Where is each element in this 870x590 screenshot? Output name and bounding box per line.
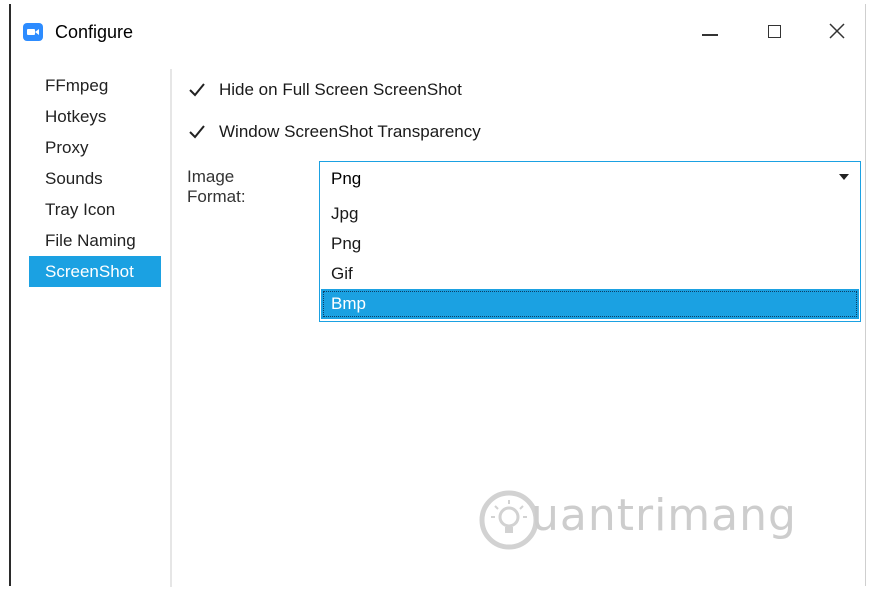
format-option-jpg[interactable]: Jpg	[321, 199, 859, 229]
close-icon	[829, 23, 845, 39]
image-format-select[interactable]: Png	[319, 161, 861, 194]
format-option-png[interactable]: Png	[321, 229, 859, 259]
chevron-down-icon	[839, 174, 849, 180]
title-bar: Configure	[11, 4, 865, 56]
sidebar-item-sounds[interactable]: Sounds	[29, 163, 161, 194]
hide-fullscreen-checkbox[interactable]: Hide on Full Screen ScreenShot	[187, 77, 497, 103]
checkmark-icon	[187, 122, 207, 142]
camera-body-shape	[27, 29, 35, 35]
sidebar-divider	[170, 69, 172, 587]
hide-fullscreen-label: Hide on Full Screen ScreenShot	[219, 80, 462, 99]
checkmark-icon	[187, 80, 207, 100]
image-format-dropdown: Jpg Png Gif Bmp	[319, 193, 861, 322]
camera-lens-shape	[35, 29, 39, 35]
video-camera-icon	[23, 23, 43, 41]
minimize-button[interactable]	[691, 12, 737, 52]
format-option-gif[interactable]: Gif	[321, 259, 859, 289]
quantrimang-watermark: uantrimang	[473, 482, 833, 562]
configure-window: Configure FFmpeg Hotkeys Proxy Sounds Tr…	[9, 4, 866, 587]
sidebar-item-proxy[interactable]: Proxy	[29, 132, 161, 163]
maximize-button[interactable]	[751, 12, 797, 52]
minimize-icon	[702, 34, 718, 36]
sidebar-item-file-naming[interactable]: File Naming	[29, 225, 161, 256]
sidebar-item-screenshot[interactable]: ScreenShot	[29, 256, 161, 287]
window-title: Configure	[55, 22, 134, 42]
settings-sidebar: FFmpeg Hotkeys Proxy Sounds Tray Icon Fi…	[29, 70, 161, 287]
sidebar-item-hotkeys[interactable]: Hotkeys	[29, 101, 161, 132]
image-format-label: Image Format:	[187, 167, 246, 206]
watermark-text: uantrimang	[531, 490, 797, 541]
sidebar-item-ffmpeg[interactable]: FFmpeg	[29, 70, 161, 101]
maximize-icon	[768, 25, 781, 38]
format-option-bmp[interactable]: Bmp	[321, 289, 859, 319]
window-transparency-label: Window ScreenShot Transparency	[219, 122, 481, 141]
close-button[interactable]	[814, 12, 860, 52]
window-transparency-checkbox[interactable]: Window ScreenShot Transparency	[187, 119, 517, 145]
image-format-value: Png	[331, 169, 362, 188]
sidebar-item-tray-icon[interactable]: Tray Icon	[29, 194, 161, 225]
